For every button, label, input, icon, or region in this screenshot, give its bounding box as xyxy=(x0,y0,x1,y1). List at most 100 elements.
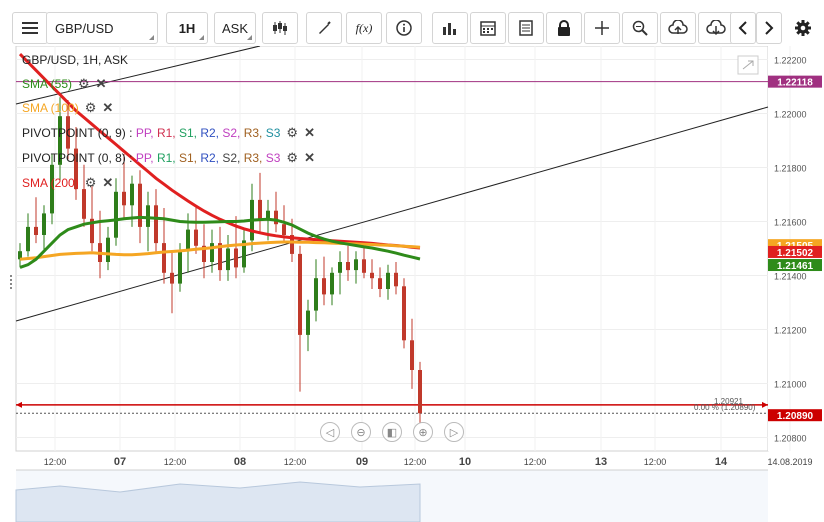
candle-body xyxy=(106,237,110,262)
download-button[interactable] xyxy=(698,12,734,44)
y-tick-label: 1.22200 xyxy=(774,56,807,66)
y-tick-label: 1.21600 xyxy=(774,218,807,228)
pivot-level-label: S1, xyxy=(178,126,201,140)
pivot-1-label[interactable]: PIVOTPOINT (0, 9) xyxy=(22,125,126,141)
nav-forward-icon: ▷ xyxy=(449,426,459,439)
gear-icon[interactable]: ⚙ xyxy=(85,100,97,116)
pivot-level-label: R3, xyxy=(243,151,266,165)
template-icon xyxy=(519,20,533,36)
pivot-level-label: S2, xyxy=(222,151,244,165)
gear-icon[interactable]: ⚙ xyxy=(85,175,97,191)
indicators-button[interactable] xyxy=(432,12,468,44)
candle-body xyxy=(306,310,310,335)
candle-body xyxy=(154,205,158,244)
y-tick-label: 1.21000 xyxy=(774,380,807,390)
nav-zoom-in-button[interactable]: ⊕ xyxy=(413,422,433,442)
close-icon[interactable]: ✕ xyxy=(304,150,315,166)
lock-button[interactable] xyxy=(546,12,582,44)
template-button[interactable] xyxy=(508,12,544,44)
nav-reset-button[interactable]: ◧ xyxy=(382,422,402,442)
nav-zoom-out-button[interactable]: ⊖ xyxy=(351,422,371,442)
scroll-right-button[interactable] xyxy=(756,12,782,44)
y-tick-label: 1.21200 xyxy=(774,326,807,336)
x-tick-label: 12:00 xyxy=(644,457,667,467)
candle-body xyxy=(42,213,46,235)
x-tick-label: 13 xyxy=(595,456,607,468)
price-type-select[interactable]: ASK xyxy=(214,12,256,44)
candle-body xyxy=(210,243,214,262)
gear-icon[interactable]: ⚙ xyxy=(78,76,90,92)
function-button[interactable]: f(x) xyxy=(346,12,382,44)
pivot-level-label: S2, xyxy=(222,126,244,140)
pivot-price-tag: 1.22118 xyxy=(777,78,813,89)
pivot-level-label: S1, xyxy=(178,151,201,165)
candle-body xyxy=(362,259,366,273)
candle-body xyxy=(354,259,358,271)
x-tick-label: 14 xyxy=(715,456,728,468)
x-tick-label: 10 xyxy=(459,456,471,468)
nav-back-icon: ◁ xyxy=(325,426,335,439)
expand-icon[interactable] xyxy=(737,55,759,75)
y-tick-label: 1.20800 xyxy=(774,434,807,444)
sma-100-label[interactable]: SMA (100) xyxy=(22,100,79,116)
nav-forward-button[interactable]: ▷ xyxy=(444,422,464,442)
zoom-out-icon: ⊖ xyxy=(356,426,366,439)
gear-icon[interactable]: ⚙ xyxy=(286,150,298,166)
scroll-left-button[interactable] xyxy=(730,12,756,44)
candle-body xyxy=(122,191,126,206)
pivot-level-label: S3 xyxy=(265,126,281,140)
info-button[interactable] xyxy=(386,12,422,44)
draw-button[interactable] xyxy=(306,12,342,44)
x-tick-label: 12:00 xyxy=(44,457,67,467)
toolbar: GBP/USD 1H ASK f(x) xyxy=(0,0,824,46)
calendar-button[interactable] xyxy=(470,12,506,44)
pivot-level-label: R3, xyxy=(243,126,266,140)
candle-body xyxy=(186,229,190,252)
y-tick-label: 1.21400 xyxy=(774,272,807,282)
candle-body xyxy=(34,226,38,235)
close-icon[interactable]: ✕ xyxy=(102,175,113,191)
y-tick-label: 1.21800 xyxy=(774,164,807,174)
settings-button[interactable] xyxy=(788,12,818,44)
x-tick-label: 12:00 xyxy=(404,457,427,467)
pivot-level-label: R1, xyxy=(156,126,179,140)
zoom-button[interactable] xyxy=(622,12,658,44)
settings-icon xyxy=(795,20,811,36)
legend-pivot-2: PIVOTPOINT (0, 8) : PP, R1, S1, R2, S2, … xyxy=(22,150,315,166)
x-tick-label: 12:00 xyxy=(284,457,307,467)
candle-body xyxy=(162,243,166,273)
candle-body xyxy=(402,286,406,341)
gear-icon[interactable]: ⚙ xyxy=(286,125,298,141)
symbol-label: GBP/USD xyxy=(55,20,114,36)
pivot-level-label: R2, xyxy=(200,151,223,165)
timeframe-select[interactable]: 1H xyxy=(166,12,208,44)
candle-body xyxy=(274,210,278,225)
lock-icon xyxy=(558,20,570,36)
upload-button[interactable] xyxy=(660,12,696,44)
candle-body xyxy=(234,248,238,268)
legend-pivot-1: PIVOTPOINT (0, 9) : PP, R1, S1, R2, S2, … xyxy=(22,125,315,141)
sma-200-label[interactable]: SMA (200) xyxy=(22,175,79,191)
time-axis: 12:00 07 12:00 08 12:00 09 12:00 10 12:00 13 12:00… xyxy=(44,456,813,468)
sma-55-label[interactable]: SMA (55) xyxy=(22,76,72,92)
x-tick-label: 09 xyxy=(356,456,368,468)
pivot-level-label: PP, xyxy=(135,126,157,140)
candle-type-button[interactable] xyxy=(262,12,298,44)
candle-body xyxy=(130,183,134,206)
level-note-2: 1.20921 xyxy=(714,397,743,406)
calendar-icon xyxy=(480,21,496,36)
symbol-select[interactable]: GBP/USD xyxy=(46,12,158,44)
close-icon[interactable]: ✕ xyxy=(304,125,315,141)
legend-sma-100: SMA (100) ⚙ ✕ xyxy=(22,100,113,116)
nav-back-button[interactable]: ◁ xyxy=(320,422,340,442)
close-icon[interactable]: ✕ xyxy=(96,76,107,92)
sma-55-price-tag: 1.21461 xyxy=(777,261,814,272)
close-icon[interactable]: ✕ xyxy=(102,100,113,116)
chart-area[interactable]: 1.22200 1.22000 1.21800 1.21600 1.21400 1.212… xyxy=(0,0,824,522)
pivot-2-label[interactable]: PIVOTPOINT (0, 8) xyxy=(22,150,126,166)
candle-body xyxy=(330,272,334,295)
crosshair-button[interactable] xyxy=(584,12,620,44)
draw-icon xyxy=(319,21,331,34)
menu-button[interactable] xyxy=(12,12,48,44)
navigator-area[interactable] xyxy=(15,481,421,522)
